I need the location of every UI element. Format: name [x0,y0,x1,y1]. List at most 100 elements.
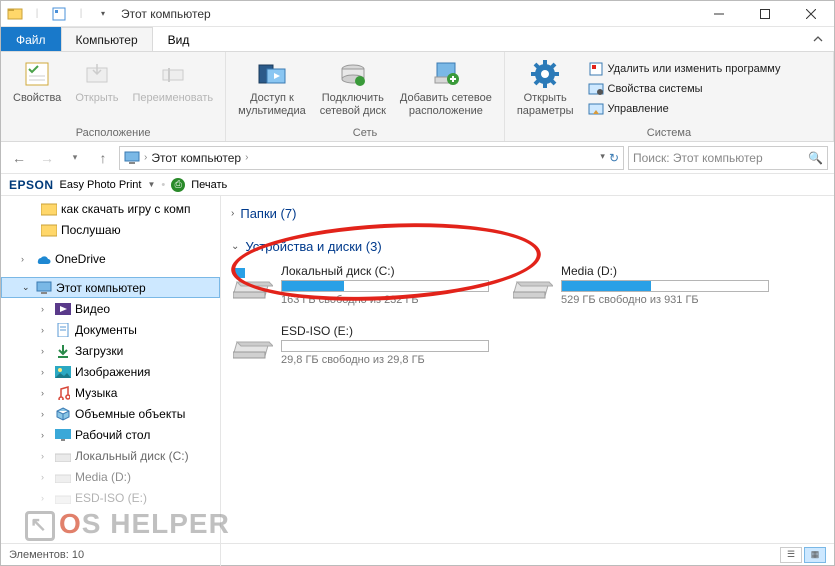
titlebar: | | ▾ Этот компьютер [1,1,834,27]
drive-name: Media (D:) [561,264,769,278]
status-count: Элементов: 10 [9,549,84,561]
desktop-icon [55,427,71,443]
drive-icon [55,490,71,506]
recent-dropdown[interactable]: ▾ [63,146,87,170]
uninstall-button[interactable]: Удалить или изменить программу [584,60,785,78]
tree-desktop[interactable]: ›Рабочий стол [1,424,220,445]
tree-onedrive[interactable]: › OneDrive [1,248,220,269]
tree-onedrive-label: OneDrive [55,252,106,266]
tree-thispc-label: Этот компьютер [56,281,146,295]
tree-music[interactable]: ›Музыка [1,382,220,403]
group-location-label: Расположение [9,125,217,139]
drive-item[interactable]: Локальный диск (C:) 163 ГБ свободно из 23… [231,260,491,310]
addloc-label: Добавить сетевое расположение [400,92,492,117]
drives-list: Локальный диск (C:) 163 ГБ свободно из 23… [231,260,824,370]
drive-item[interactable]: ESD-ISO (E:)29,8 ГБ свободно из 29,8 ГБ [231,320,491,370]
minimize-button[interactable] [696,1,742,27]
documents-icon [55,322,71,338]
forward-button[interactable]: → [35,146,59,170]
dropdown-icon[interactable]: ▼ [147,180,155,189]
up-button[interactable]: ↑ [91,146,115,170]
tree-folder-2[interactable]: Послушаю [1,219,220,240]
tree-folder-1-label: как скачать игру с комп [61,202,191,216]
ribbon: Свойства Открыть Переименовать Расположе… [1,52,834,142]
expand-icon[interactable]: › [21,254,31,264]
breadcrumb-root[interactable]: Этот компьютер [151,151,241,165]
tab-computer[interactable]: Компьютер [61,27,153,51]
tree-drive-c[interactable]: ›Локальный диск (C:) [1,445,220,466]
drive-icon [55,469,71,485]
cube-icon [55,406,71,422]
pc-icon [36,280,52,296]
onedrive-icon [35,251,51,267]
tree-this-pc[interactable]: ⌄ Этот компьютер [1,277,220,298]
drive-usage-bar [561,280,769,292]
rename-button: Переименовать [129,56,218,125]
drive-free-text: 29,8 ГБ свободно из 29,8 ГБ [281,354,489,366]
tab-file[interactable]: Файл [1,27,61,51]
ribbon-group-location: Свойства Открыть Переименовать Расположе… [1,52,226,141]
qat-sep2: | [73,6,89,22]
properties-button[interactable]: Свойства [9,56,65,125]
search-placeholder: Поиск: Этот компьютер [633,151,804,165]
refresh-button[interactable]: ↻ [609,151,619,165]
epson-app-label[interactable]: Easy Photo Print [60,179,142,191]
pictures-icon [55,364,71,380]
maximize-button[interactable] [742,1,788,27]
details-view-button[interactable]: ☰ [780,547,802,563]
epson-print-label[interactable]: Печать [191,179,227,191]
open-settings-button[interactable]: Открыть параметры [513,56,578,125]
qat-dropdown-icon[interactable]: ▾ [95,6,111,22]
tree-pictures[interactable]: ›Изображения [1,361,220,382]
tree-drive-e[interactable]: ›ESD-ISO (E:) [1,487,220,508]
ribbon-collapse-button[interactable] [802,27,834,51]
rename-icon [157,58,189,90]
tree-downloads[interactable]: ›Загрузки [1,340,220,361]
pc-icon [124,150,140,166]
navbar: ← → ▾ ↑ › Этот компьютер › ▾ ↻ Поиск: Эт… [1,142,834,174]
map-drive-button[interactable]: Подключить сетевой диск [316,56,390,125]
ribbon-group-system: Открыть параметры Удалить или изменить п… [505,52,834,141]
quick-access-toolbar: | | ▾ [1,6,117,22]
downloads-icon [55,343,71,359]
system-props-button[interactable]: Свойства системы [584,80,785,98]
ribbon-tabs: Файл Компьютер Вид [1,27,834,52]
media-access-button[interactable]: Доступ к мультимедиа [234,56,310,125]
back-button[interactable]: ← [7,146,31,170]
print-icon: ⎙ [171,178,185,192]
add-location-icon [430,58,462,90]
tab-view-label: Вид [168,33,190,47]
media-label: Доступ к мультимедиа [238,92,306,117]
tree-downloads-label: Загрузки [75,344,123,358]
manage-button[interactable]: Управление [584,100,785,118]
tree-3dobjects[interactable]: ›Объемные объекты [1,403,220,424]
nav-tree[interactable]: как скачать игру с комп Послушаю › OneDr… [1,196,221,566]
uninstall-icon [588,61,604,77]
drive-free-text: 163 ГБ свободно из 232 ГБ [281,294,489,306]
chevron-right-icon-2: › [245,152,248,163]
tree-documents[interactable]: ›Документы [1,319,220,340]
address-bar[interactable]: › Этот компьютер › ▾ ↻ [119,146,624,170]
tiles-view-button[interactable]: ▦ [804,547,826,563]
drive-name: Локальный диск (C:) [281,264,489,278]
content-pane[interactable]: › Папки (7) ⌄ Устройства и диски (3) Лок… [221,196,834,566]
tab-view[interactable]: Вид [153,27,205,51]
properties-label: Свойства [13,92,61,105]
drives-group-header[interactable]: ⌄ Устройства и диски (3) [231,235,824,260]
tree-video[interactable]: ›Видео [1,298,220,319]
drive-item[interactable]: Media (D:)529 ГБ свободно из 931 ГБ [511,260,771,310]
tab-file-label: Файл [16,33,46,47]
folders-group-header[interactable]: › Папки (7) [231,202,824,227]
tree-folder-1[interactable]: как скачать игру с комп [1,198,220,219]
properties-qat-icon[interactable] [51,6,67,22]
add-network-location-button[interactable]: Добавить сетевое расположение [396,56,496,125]
tree-drive-d[interactable]: ›Media (D:) [1,466,220,487]
group-system-label: Система [513,125,825,139]
checklist-icon [21,58,53,90]
drives-head-label: Устройства и диски (3) [245,239,381,254]
addr-dropdown-icon[interactable]: ▾ [600,151,605,165]
window-buttons [696,1,834,27]
collapse-icon[interactable]: ⌄ [22,282,32,293]
close-button[interactable] [788,1,834,27]
search-box[interactable]: Поиск: Этот компьютер 🔍 [628,146,828,170]
